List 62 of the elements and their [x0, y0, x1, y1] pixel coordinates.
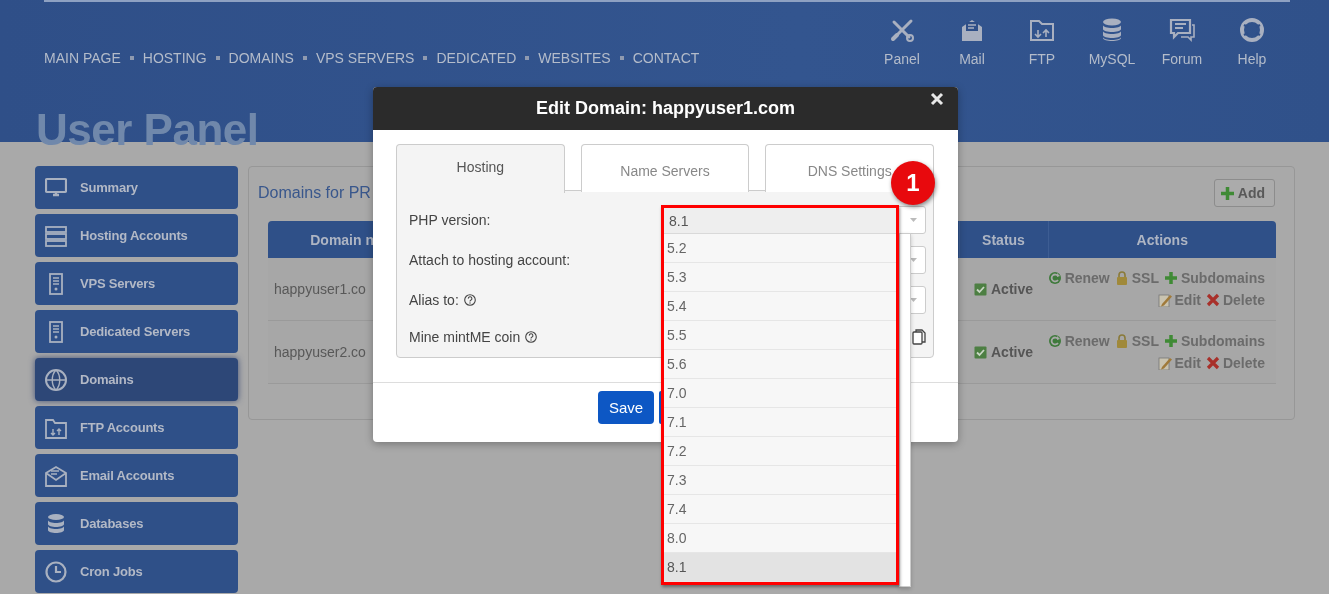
select-value[interactable]: 8.1: [664, 208, 896, 234]
sidebar-item[interactable]: Dedicated Servers: [35, 310, 238, 353]
nav-link[interactable]: WEBSITES: [538, 50, 611, 66]
action-link[interactable]: Edit: [1174, 292, 1201, 308]
page-title: User Panel: [36, 108, 259, 152]
sidebar-item[interactable]: Domains: [35, 358, 238, 401]
toolbar-link[interactable]: FTP: [1028, 51, 1056, 67]
sidebar-item[interactable]: Databases: [35, 502, 238, 545]
nav-link[interactable]: HOSTING: [142, 50, 207, 66]
action-link[interactable]: Renew: [1064, 333, 1110, 349]
dialog-title: Edit Domain: happyuser1.com: [535, 98, 796, 119]
dropdown-option[interactable]: 7.4: [664, 495, 896, 524]
table-cell: happyuser2.co: [274, 344, 366, 360]
field-label: PHP version:: [409, 212, 491, 228]
action-link[interactable]: Delete: [1222, 355, 1265, 371]
action-link[interactable]: SSL: [1131, 270, 1159, 286]
dropdown-option[interactable]: 5.5: [664, 321, 896, 350]
dropdown-option[interactable]: 7.0: [664, 379, 896, 408]
field-label: Attach to hosting account:: [409, 252, 571, 268]
toolbar-link[interactable]: Help: [1237, 51, 1267, 67]
field-label: Mine mintME coin: [409, 329, 521, 345]
table-cell: happyuser1.co: [274, 281, 366, 297]
sidebar-item[interactable]: VPS Servers: [35, 262, 238, 305]
sidebar-item[interactable]: FTP Accounts: [35, 406, 238, 449]
action-link[interactable]: Delete: [1222, 292, 1265, 308]
status-text: Active: [991, 344, 1033, 360]
panel-title: Domains for PR: [258, 184, 371, 202]
column-header: Domain n: [310, 231, 374, 248]
dropdown-option[interactable]: 5.2: [664, 234, 896, 263]
status-text: Active: [991, 281, 1033, 297]
nav-link[interactable]: DEDICATED: [436, 50, 517, 66]
nav-link[interactable]: VPS SERVERS: [315, 50, 415, 66]
toolbar-link[interactable]: Mail: [959, 51, 985, 67]
add-button[interactable]: Add: [1213, 179, 1275, 207]
column-header: Actions: [1136, 231, 1188, 248]
field-label: Alias to:: [409, 292, 459, 308]
toolbar-link[interactable]: MySQL: [1088, 51, 1136, 67]
tab[interactable]: Name Servers: [580, 144, 750, 192]
action-link[interactable]: Edit: [1174, 355, 1201, 371]
dropdown-option[interactable]: 5.4: [664, 292, 896, 321]
sidebar-item[interactable]: Cron Jobs: [35, 550, 238, 593]
dropdown-option[interactable]: 5.3: [664, 263, 896, 292]
dropdown-option[interactable]: 7.3: [664, 466, 896, 495]
nav-link[interactable]: CONTACT: [632, 50, 700, 66]
sidebar-item[interactable]: Email Accounts: [35, 454, 238, 497]
dropdown-option[interactable]: 7.2: [664, 437, 896, 466]
dropdown-option[interactable]: 7.1: [664, 408, 896, 437]
column-header: Status: [982, 231, 1025, 248]
save-button[interactable]: Save: [598, 391, 655, 424]
nav-link[interactable]: DOMAINS: [228, 50, 294, 66]
toolbar-link[interactable]: Forum: [1161, 51, 1203, 67]
nav-link[interactable]: MAIN PAGE: [44, 50, 121, 66]
sidebar-item[interactable]: Hosting Accounts: [35, 214, 238, 257]
action-link[interactable]: Renew: [1064, 270, 1110, 286]
dropdown-option[interactable]: 8.1: [664, 553, 896, 582]
action-link[interactable]: Subdomains: [1181, 270, 1265, 286]
tab[interactable]: Hosting: [396, 144, 565, 193]
toolbar-link[interactable]: Panel: [884, 51, 920, 67]
action-link[interactable]: SSL: [1131, 333, 1159, 349]
action-link[interactable]: Subdomains: [1181, 333, 1265, 349]
sidebar-item[interactable]: Summary: [35, 166, 238, 209]
dropdown-option[interactable]: 5.6: [664, 350, 896, 379]
